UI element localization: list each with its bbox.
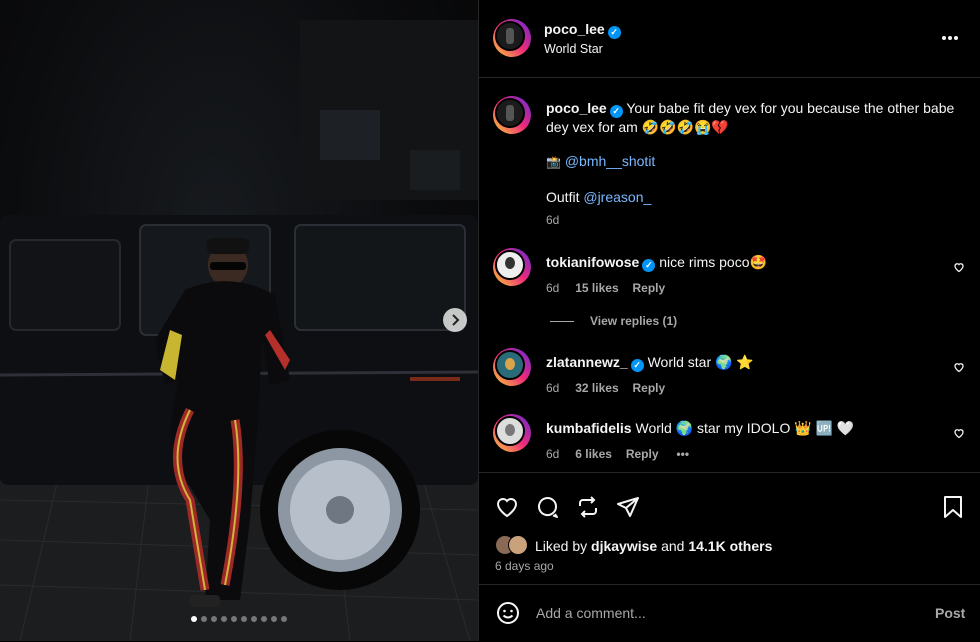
comment-text: World 🌍 star my IDOLO 👑 🆙 🤍	[635, 420, 855, 436]
more-horizontal-icon[interactable]	[941, 35, 959, 41]
carousel-dot	[191, 616, 197, 622]
post-header: poco_lee ✓ World Star	[479, 0, 980, 78]
caption-outfit: Outfit @jreason_	[546, 189, 651, 205]
comment-avatar[interactable]	[493, 248, 531, 286]
comment-text: World star 🌍 ⭐	[647, 354, 754, 370]
verified-badge-icon: ✓	[609, 105, 623, 118]
post-comment-button[interactable]: Post	[935, 605, 965, 621]
camera-emoji: 📸	[546, 155, 561, 169]
outfit-mention-link[interactable]: @jreason_	[583, 189, 651, 205]
liked-by-user[interactable]: djkaywise	[591, 538, 657, 554]
verified-badge-icon: ✓	[630, 359, 644, 372]
repost-icon[interactable]	[576, 495, 600, 519]
carousel-dot	[251, 616, 257, 622]
comment-like-icon[interactable]	[953, 427, 965, 439]
comment-username[interactable]: zlatannewz_	[546, 354, 628, 370]
verified-badge-icon: ✓	[642, 259, 656, 272]
carousel-dot	[281, 616, 287, 622]
author-username[interactable]: poco_lee	[544, 21, 605, 37]
reply-button[interactable]: Reply	[633, 281, 666, 295]
carousel-dot	[201, 616, 207, 622]
caption-text: Your babe fit dey vex for you because th…	[546, 100, 955, 135]
photo-scene	[0, 20, 478, 641]
add-comment-bar: Add a comment... Post	[479, 584, 980, 642]
carousel-dot	[241, 616, 247, 622]
comment-username[interactable]: tokianifowose	[546, 254, 639, 270]
comment-1: tokianifowose ✓ nice rims poco🤩	[546, 254, 767, 272]
post-actions: Liked by djkaywise and 14.1K others 6 da…	[479, 472, 980, 583]
carousel-dot	[211, 616, 217, 622]
reply-button[interactable]: Reply	[633, 381, 666, 395]
comment-meta: 6d 32 likes Reply	[546, 379, 665, 395]
comment-likes[interactable]: 6 likes	[575, 447, 612, 461]
share-send-icon[interactable]	[616, 495, 640, 519]
post-date[interactable]: 6 days ago	[495, 559, 554, 573]
comment-meta: 6d 6 likes Reply •••	[546, 445, 689, 461]
carousel-indicator	[0, 616, 478, 622]
comment-time[interactable]: 6d	[546, 447, 559, 461]
comment-likes[interactable]: 15 likes	[575, 281, 618, 295]
carousel-next-button[interactable]	[443, 308, 467, 332]
comment-avatar[interactable]	[493, 414, 531, 452]
comment-input[interactable]: Add a comment...	[536, 605, 646, 621]
comment-like-icon[interactable]	[953, 361, 965, 373]
liked-by-prefix: Liked by	[535, 538, 588, 554]
author-avatar[interactable]	[493, 19, 531, 57]
comment-meta: 6d 15 likes Reply	[546, 279, 665, 295]
caption-avatar[interactable]	[493, 96, 531, 134]
comment-bubble-icon[interactable]	[536, 495, 560, 519]
save-bookmark-icon[interactable]	[942, 495, 964, 519]
carousel-dot	[221, 616, 227, 622]
comment-avatar[interactable]	[493, 348, 531, 386]
comment-more-options[interactable]: •••	[676, 447, 689, 461]
carousel-dot	[231, 616, 237, 622]
comment-time[interactable]: 6d	[546, 281, 559, 295]
caption: poco_lee ✓ Your babe fit dey vex for you …	[546, 99, 956, 136]
emoji-picker-icon[interactable]	[496, 601, 520, 625]
comment-likes[interactable]: 32 likes	[575, 381, 618, 395]
chevron-right-icon	[452, 314, 460, 326]
comment-like-icon[interactable]	[953, 261, 965, 273]
like-heart-icon[interactable]	[495, 495, 519, 519]
view-replies-button[interactable]: View replies (1)	[590, 314, 677, 328]
outfit-label: Outfit	[546, 189, 580, 205]
likes-summary: Liked by djkaywise and 14.1K others	[535, 538, 772, 554]
comment-username[interactable]: kumbafidelis	[546, 420, 632, 436]
post-photo[interactable]	[0, 0, 478, 641]
reply-button[interactable]: Reply	[626, 447, 659, 461]
comment-2: zlatannewz_ ✓ World star 🌍 ⭐	[546, 354, 754, 372]
caption-credit: 📸 @bmh__shotit	[546, 153, 655, 169]
replies-line	[550, 321, 574, 322]
comment-3: kumbafidelis World 🌍 star my IDOLO 👑 🆙 🤍	[546, 420, 854, 437]
post-details-panel: poco_lee ✓ World Star poco_lee ✓ Your babe…	[478, 0, 980, 641]
caption-username[interactable]: poco_lee	[546, 100, 607, 116]
caption-time[interactable]: 6d	[546, 213, 559, 227]
liker-avatars[interactable]	[495, 535, 535, 555]
liked-by-others[interactable]: 14.1K others	[688, 538, 772, 554]
verified-badge-icon: ✓	[607, 26, 621, 39]
liked-by-middle: and	[661, 538, 685, 554]
comment-time[interactable]: 6d	[546, 381, 559, 395]
carousel-dot	[271, 616, 277, 622]
author-subtitle[interactable]: World Star	[544, 42, 603, 56]
carousel-dot	[261, 616, 267, 622]
credit-mention-link[interactable]: @bmh__shotit	[565, 153, 655, 169]
comment-text: nice rims poco🤩	[659, 254, 767, 270]
